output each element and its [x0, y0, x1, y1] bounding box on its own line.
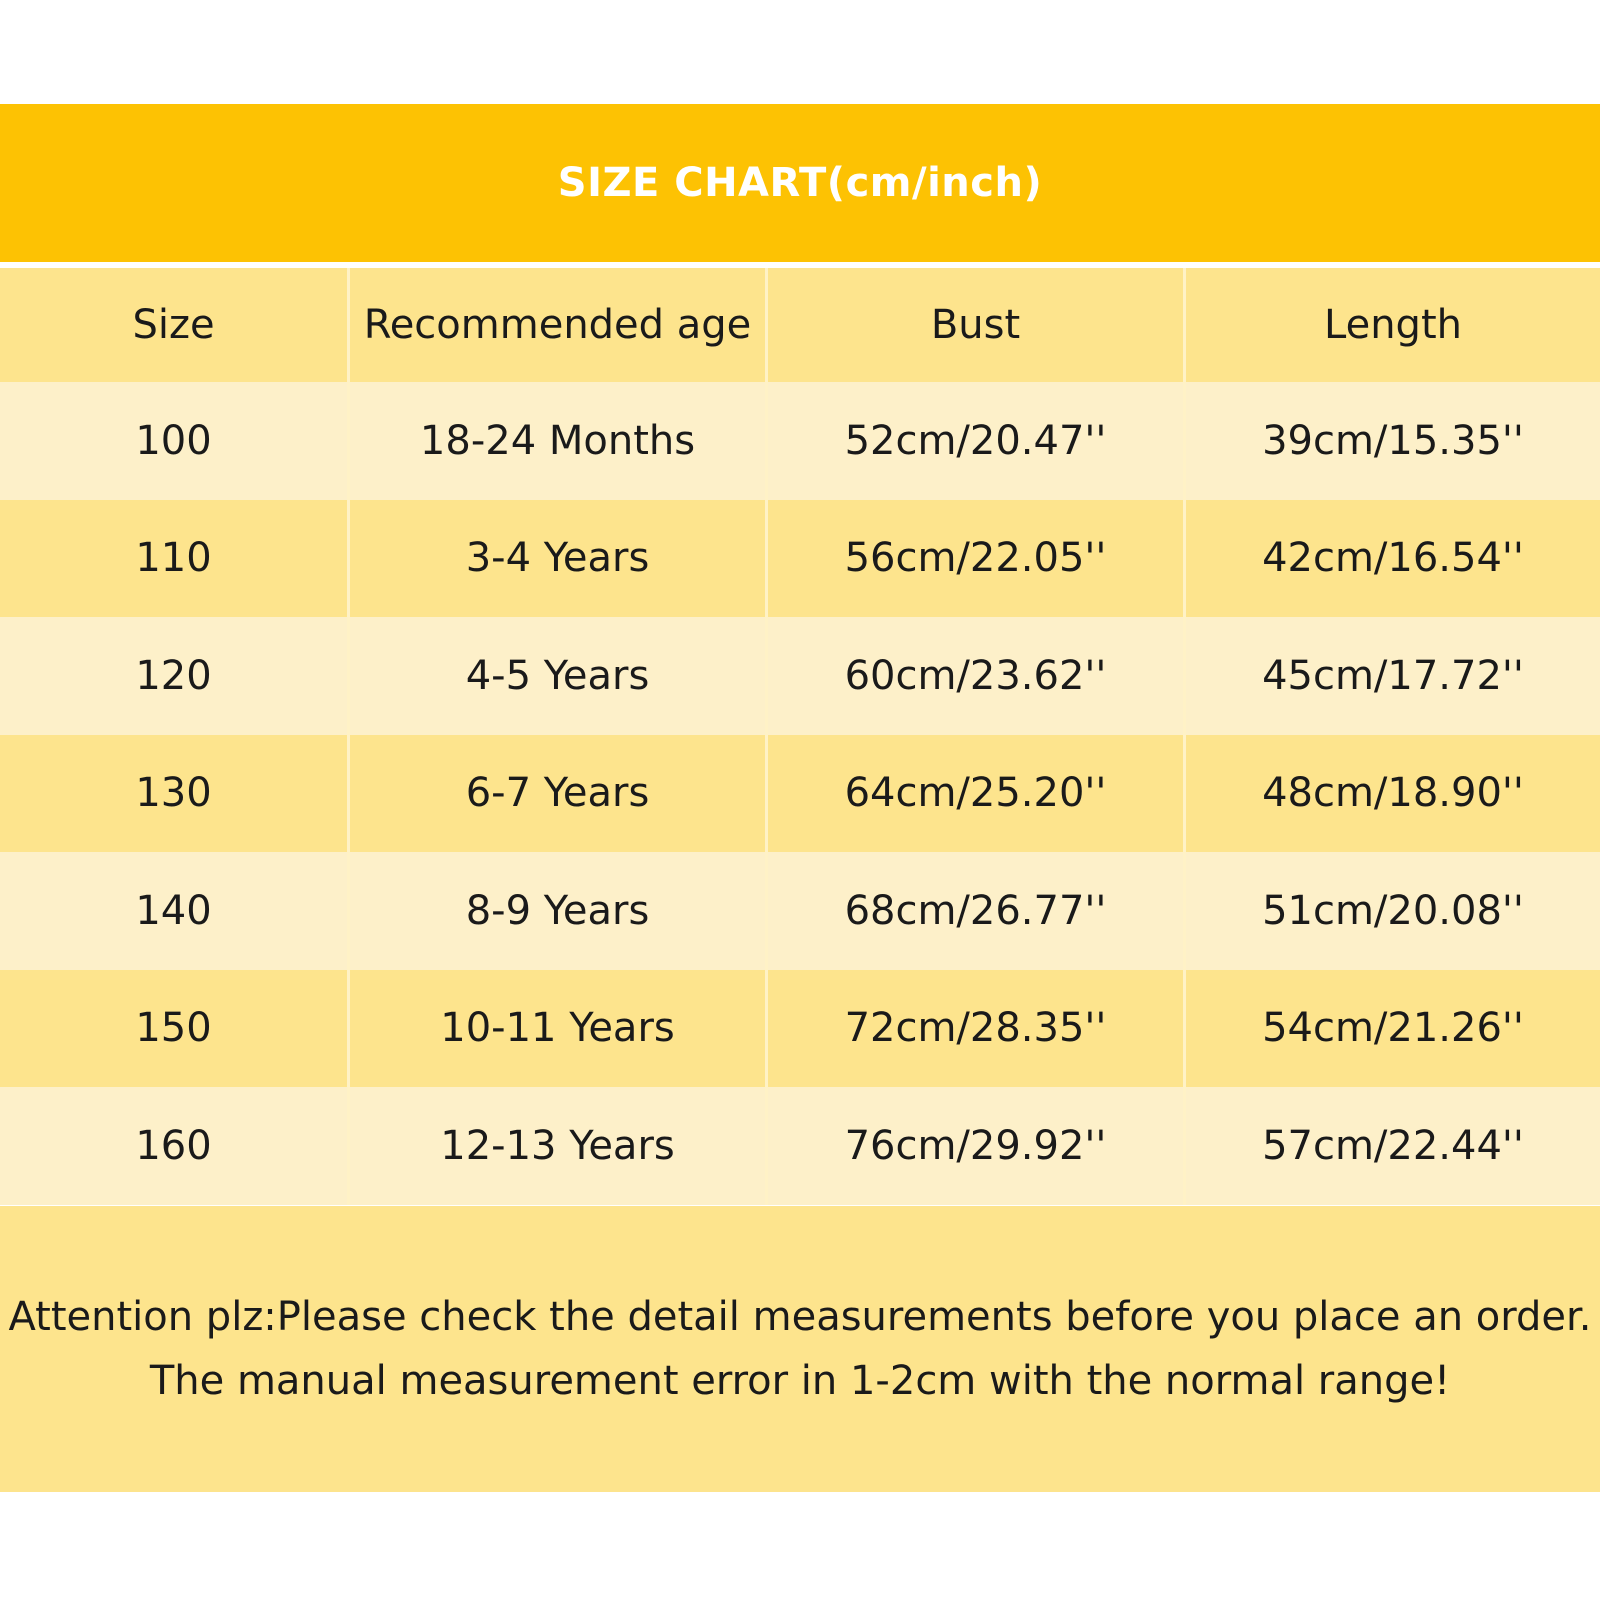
cell-age: 8-9 Years — [347, 852, 765, 970]
cell-bust: 68cm/26.77'' — [765, 852, 1183, 970]
note-line-1: Attention plz:Please check the detail me… — [8, 1294, 1592, 1340]
cell-bust: 64cm/25.20'' — [765, 734, 1183, 852]
cell-length: 39cm/15.35'' — [1183, 382, 1600, 500]
header-cell-size: Size — [0, 268, 347, 382]
cell-size: 140 — [0, 852, 347, 970]
cell-size: 150 — [0, 969, 347, 1087]
table-header-row: Size Recommended age Bust Length — [0, 268, 1600, 382]
cell-age: 3-4 Years — [347, 499, 765, 617]
cell-length: 42cm/16.54'' — [1183, 499, 1600, 617]
cell-length: 54cm/21.26'' — [1183, 969, 1600, 1087]
cell-size: 160 — [0, 1087, 347, 1205]
cell-size: 120 — [0, 617, 347, 735]
cell-bust: 76cm/29.92'' — [765, 1087, 1183, 1205]
cell-age: 10-11 Years — [347, 969, 765, 1087]
table-row: 130 6-7 Years 64cm/25.20'' 48cm/18.90'' — [0, 734, 1600, 852]
cell-bust: 56cm/22.05'' — [765, 499, 1183, 617]
cell-size: 130 — [0, 734, 347, 852]
cell-age: 4-5 Years — [347, 617, 765, 735]
table-row: 160 12-13 Years 76cm/29.92'' 57cm/22.44'… — [0, 1087, 1600, 1205]
note-line-2: The manual measurement error in 1-2cm wi… — [149, 1358, 1451, 1404]
table-row: 110 3-4 Years 56cm/22.05'' 42cm/16.54'' — [0, 499, 1600, 617]
attention-note: Attention plz:Please check the detail me… — [0, 1206, 1600, 1492]
table-row: 150 10-11 Years 72cm/28.35'' 54cm/21.26'… — [0, 969, 1600, 1087]
header-cell-length: Length — [1183, 268, 1600, 382]
cell-age: 6-7 Years — [347, 734, 765, 852]
cell-length: 48cm/18.90'' — [1183, 734, 1600, 852]
cell-bust: 60cm/23.62'' — [765, 617, 1183, 735]
cell-length: 51cm/20.08'' — [1183, 852, 1600, 970]
cell-age: 12-13 Years — [347, 1087, 765, 1205]
cell-length: 45cm/17.72'' — [1183, 617, 1600, 735]
cell-bust: 72cm/28.35'' — [765, 969, 1183, 1087]
title-banner: SIZE CHART(cm/inch) — [0, 104, 1600, 262]
page-title: SIZE CHART(cm/inch) — [557, 160, 1043, 206]
cell-bust: 52cm/20.47'' — [765, 382, 1183, 500]
table-row: 120 4-5 Years 60cm/23.62'' 45cm/17.72'' — [0, 617, 1600, 735]
table-row: 100 18-24 Months 52cm/20.47'' 39cm/15.35… — [0, 382, 1600, 500]
size-table: Size Recommended age Bust Length 100 18-… — [0, 268, 1600, 1205]
cell-size: 100 — [0, 382, 347, 500]
cell-size: 110 — [0, 499, 347, 617]
header-cell-recommended-age: Recommended age — [347, 268, 765, 382]
header-cell-bust: Bust — [765, 268, 1183, 382]
cell-age: 18-24 Months — [347, 382, 765, 500]
cell-length: 57cm/22.44'' — [1183, 1087, 1600, 1205]
table-row: 140 8-9 Years 68cm/26.77'' 51cm/20.08'' — [0, 852, 1600, 970]
